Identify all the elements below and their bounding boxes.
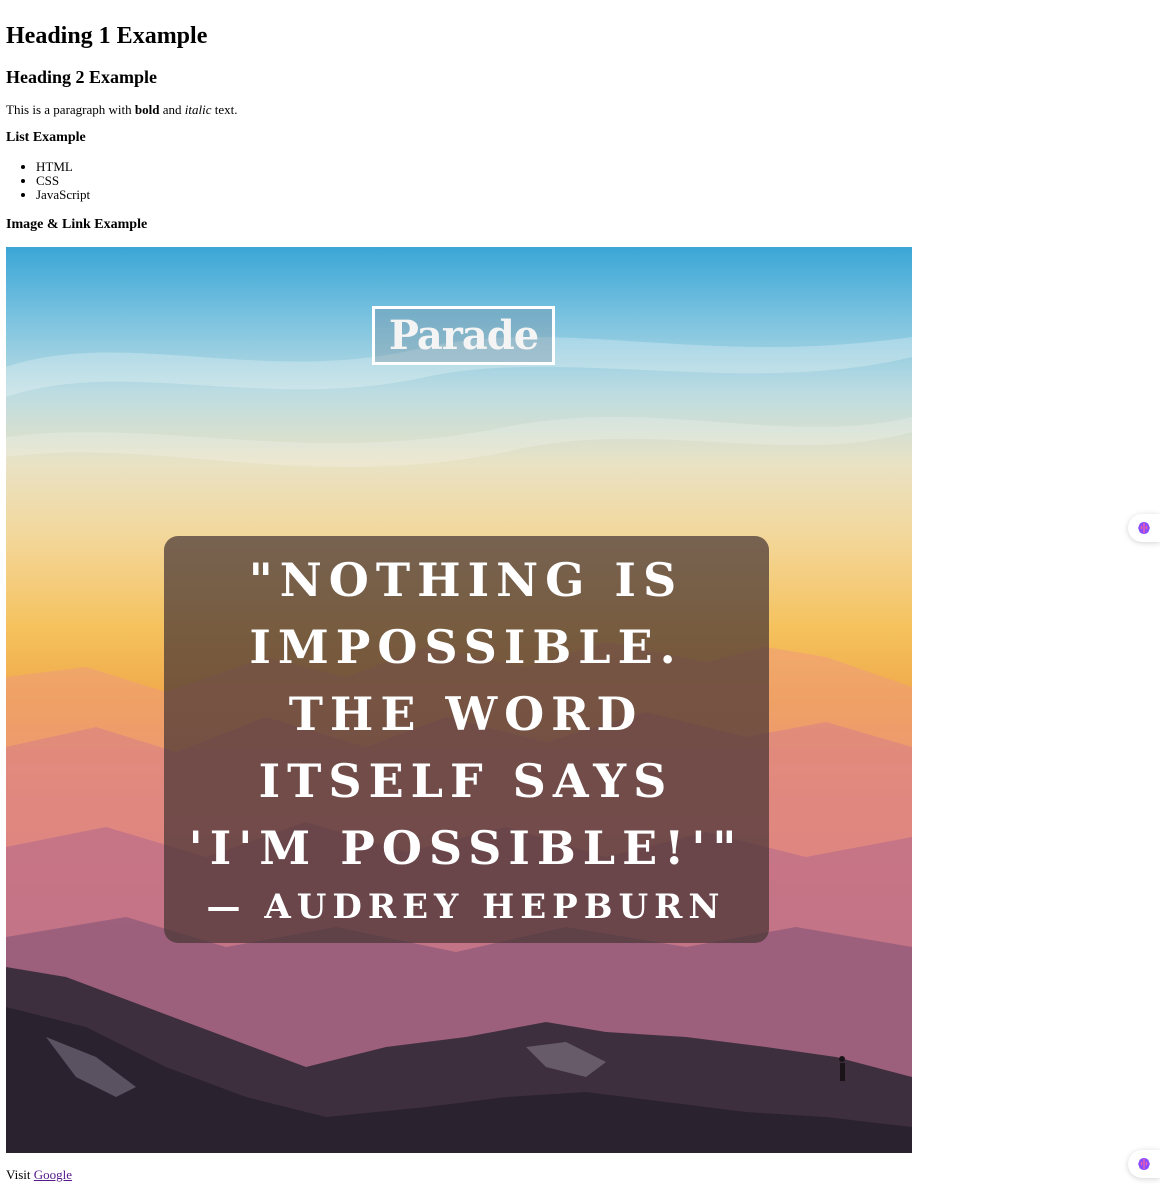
google-link[interactable]: Google bbox=[34, 1167, 72, 1182]
example-list: HTML CSS JavaScript bbox=[6, 160, 90, 202]
quote-line: ITSELF SAYS bbox=[258, 754, 674, 808]
list-item: JavaScript bbox=[36, 188, 90, 202]
bold-text: bold bbox=[134, 102, 160, 117]
italic-text: italic bbox=[184, 102, 212, 117]
visit-prefix: Visit bbox=[6, 1167, 34, 1182]
list-item: HTML bbox=[36, 160, 90, 174]
parade-logo: Parade bbox=[372, 306, 555, 365]
brain-icon bbox=[1138, 1158, 1150, 1170]
paragraph: This is a paragraph with bold and italic… bbox=[6, 102, 237, 118]
visit-line: Visit Google bbox=[6, 1167, 72, 1183]
extension-button[interactable] bbox=[1128, 514, 1160, 542]
quote-image: Parade "NOTHING IS IMPOSSIBLE. THE WORD … bbox=[6, 247, 912, 1153]
heading-1: Heading 1 Example bbox=[6, 23, 208, 49]
extension-button[interactable] bbox=[1128, 1150, 1160, 1178]
paragraph-text-start: This is a paragraph with bbox=[6, 102, 135, 117]
list-heading: List Example bbox=[6, 130, 86, 145]
quote-line: IMPOSSIBLE. bbox=[249, 620, 683, 674]
paragraph-text-end: text. bbox=[211, 102, 238, 117]
quote-attribution: — AUDREY HEPBURN bbox=[206, 887, 726, 927]
quote-text: "NOTHING IS IMPOSSIBLE. THE WORD ITSELF … bbox=[136, 547, 796, 882]
list-item: CSS bbox=[36, 174, 90, 188]
paragraph-text-middle: and bbox=[159, 102, 185, 117]
quote-line: "NOTHING IS bbox=[248, 553, 684, 607]
image-heading: Image & Link Example bbox=[6, 217, 148, 232]
brain-icon bbox=[1138, 522, 1150, 534]
heading-2: Heading 2 Example bbox=[6, 67, 158, 87]
quote-line: 'I'M POSSIBLE!'" bbox=[188, 821, 744, 875]
quote-line: THE WORD bbox=[288, 687, 644, 741]
